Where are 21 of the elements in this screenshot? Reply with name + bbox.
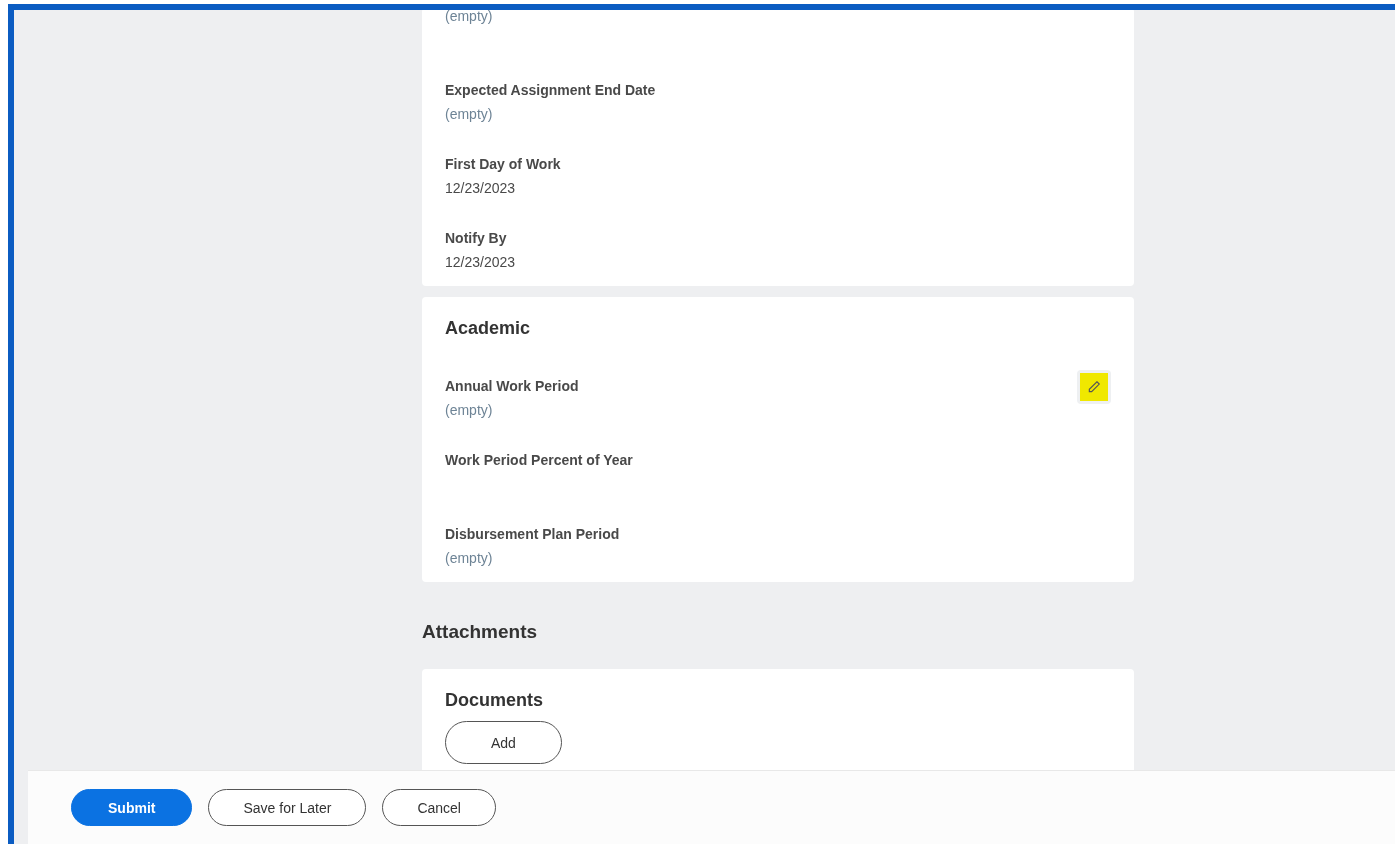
- field-label: Disbursement Plan Period: [445, 526, 620, 542]
- field-label: Annual Work Period: [445, 378, 579, 394]
- attachments-heading: Attachments: [422, 621, 539, 643]
- field-value: 12/23/2023: [445, 180, 516, 196]
- footer-button[interactable]: Cancel: [382, 789, 496, 826]
- field-value: 12/23/2023: [445, 254, 516, 270]
- field-label: Expected Assignment End Date: [445, 82, 656, 98]
- add-button[interactable]: Add: [445, 721, 562, 764]
- field-value: (empty): [445, 106, 493, 122]
- section-title: Academic: [445, 317, 532, 339]
- field-label: Work Period Percent of Year: [445, 452, 633, 468]
- footer-button[interactable]: Save for Later: [208, 789, 367, 826]
- documents-title: Documents: [445, 689, 544, 711]
- field-value: (empty): [445, 402, 493, 418]
- field-value: (empty): [445, 550, 493, 566]
- field-value: (empty): [445, 10, 493, 24]
- footer-button[interactable]: Submit: [71, 789, 193, 826]
- field-label: Notify By: [445, 230, 507, 246]
- field-label: First Day of Work: [445, 156, 561, 172]
- edit-button[interactable]: [1077, 370, 1111, 404]
- pencil-icon: [1087, 380, 1101, 394]
